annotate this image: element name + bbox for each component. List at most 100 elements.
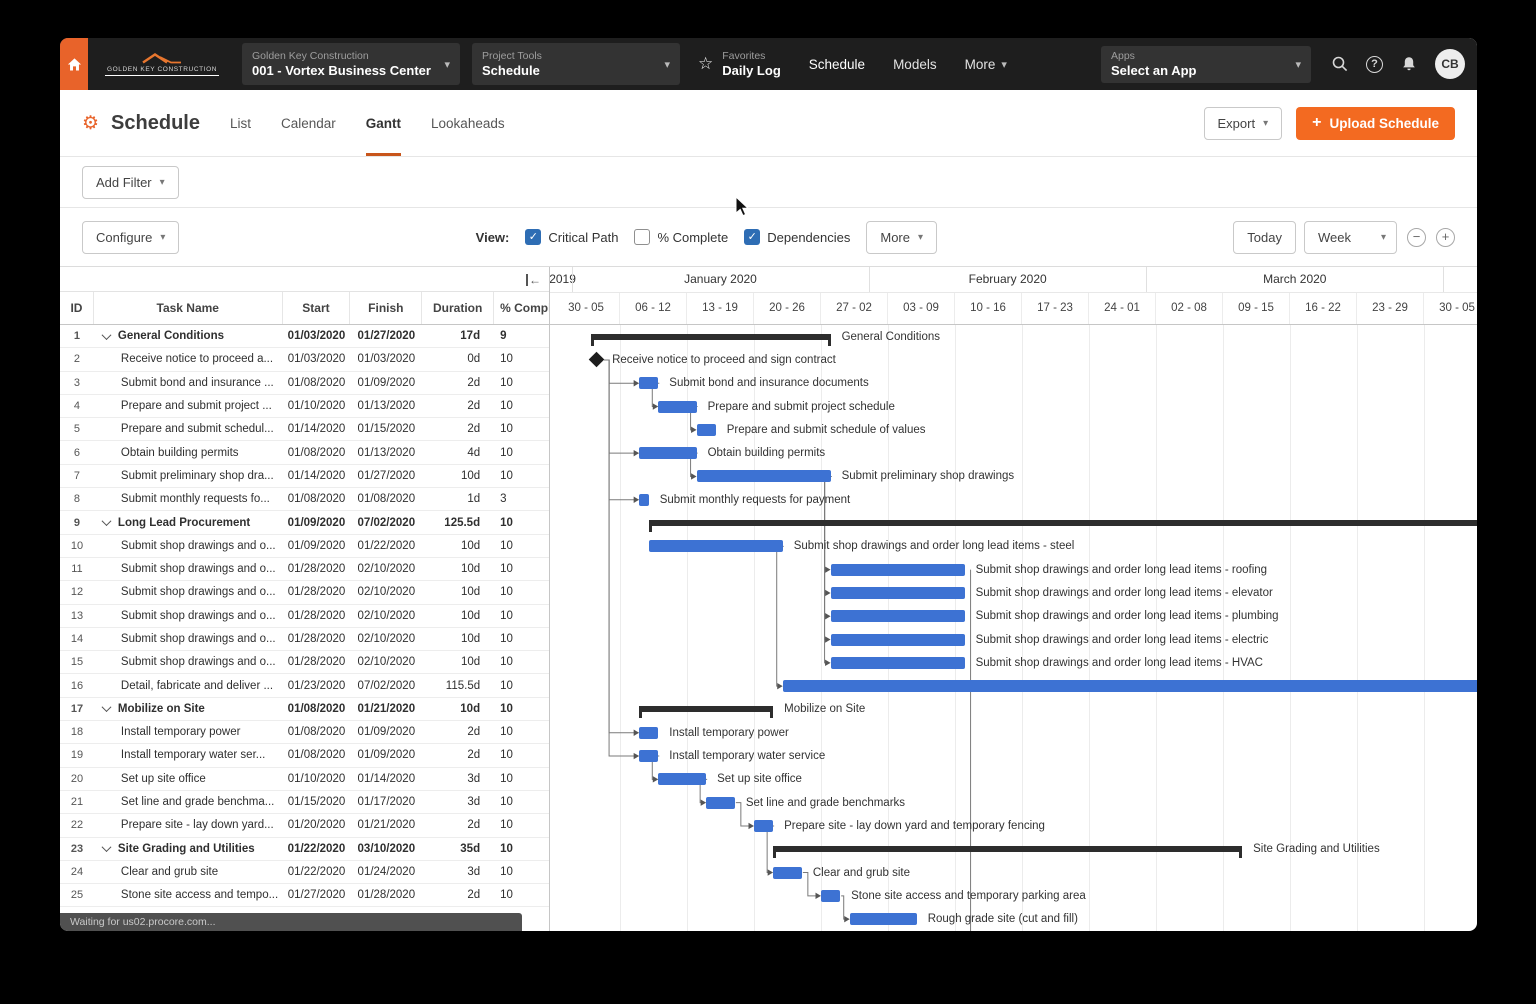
percent-complete-checkbox[interactable]: % Complete [634,229,728,245]
table-row[interactable]: 15Submit shop drawings and o...01/28/202… [60,651,549,674]
home-button[interactable] [60,38,88,90]
column-header-id[interactable]: ID [60,292,94,324]
table-row[interactable]: 23Site Grading and Utilities01/22/202003… [60,838,549,861]
task-bar[interactable] [831,610,965,622]
summary-bar[interactable] [649,520,1477,526]
task-bar[interactable] [783,680,1477,692]
task-bar[interactable] [639,750,658,762]
task-bar[interactable] [831,564,965,576]
project-selector[interactable]: Golden Key Construction 001 - Vortex Bus… [242,43,460,85]
favorites-daily-log[interactable]: Favorites Daily Log [722,50,781,79]
column-header-start[interactable]: Start [283,292,351,324]
task-bar[interactable] [639,377,658,389]
configure-button[interactable]: Configure ▾ [82,221,179,254]
table-row[interactable]: 22Prepare site - lay down yard...01/20/2… [60,814,549,837]
search-icon[interactable] [1331,55,1349,73]
more-button[interactable]: More ▾ [866,221,937,254]
table-row[interactable]: 6Obtain building permits01/08/202001/13/… [60,441,549,464]
table-row[interactable]: 24Clear and grub site01/22/202001/24/202… [60,861,549,884]
task-bar[interactable] [706,797,735,809]
table-row[interactable]: 5Prepare and submit schedul...01/14/2020… [60,418,549,441]
table-row[interactable]: 3Submit bond and insurance ...01/08/2020… [60,372,549,395]
collapse-caret-icon[interactable] [101,517,111,527]
notifications-bell-icon[interactable] [1400,55,1418,73]
percent-complete: 10 [494,773,549,785]
table-row[interactable]: 20Set up site office01/10/202001/14/2020… [60,768,549,791]
gear-icon[interactable]: ⚙ [82,112,99,135]
task-bar[interactable] [658,773,706,785]
column-header-percent[interactable]: % Compl [494,292,549,324]
table-row[interactable]: 18Install temporary power01/08/202001/09… [60,721,549,744]
tab-list[interactable]: List [230,90,251,156]
nav-models[interactable]: Models [893,38,937,90]
task-bar[interactable] [697,424,716,436]
tab-gantt[interactable]: Gantt [366,90,401,156]
task-bar[interactable] [639,447,696,459]
bar-label: Site Grading and Utilities [1253,842,1380,856]
apps-selector[interactable]: Apps Select an App ▾ [1101,46,1311,83]
upload-schedule-button[interactable]: + Upload Schedule [1296,107,1455,140]
task-bar[interactable] [773,867,802,879]
table-row[interactable]: 13Submit shop drawings and o...01/28/202… [60,605,549,628]
table-row[interactable]: 1General Conditions01/03/202001/27/20201… [60,325,549,348]
table-row[interactable]: 10Submit shop drawings and o...01/09/202… [60,535,549,558]
nav-schedule[interactable]: Schedule [809,38,865,90]
task-bar[interactable] [821,890,840,902]
task-bar[interactable] [697,470,831,482]
task-bar[interactable] [754,820,773,832]
task-bar[interactable] [831,587,965,599]
bar-label: Obtain building permits [708,446,826,460]
avatar[interactable]: CB [1435,49,1465,79]
summary-bar[interactable] [773,846,1242,852]
table-row[interactable]: 2Receive notice to proceed a...01/03/202… [60,348,549,371]
gantt-chart-body[interactable]: General ConditionsReceive notice to proc… [550,325,1477,931]
table-row[interactable]: 25Stone site access and tempo...01/27/20… [60,884,549,907]
task-bar[interactable] [658,401,696,413]
table-row[interactable]: 12Submit shop drawings and o...01/28/202… [60,581,549,604]
week-scale-select[interactable]: Week ▾ [1304,221,1397,254]
task-bar[interactable] [639,727,658,739]
task-bar[interactable] [649,540,783,552]
duration: 1d [422,493,494,505]
zoom-out-button[interactable]: − [1407,228,1426,247]
table-row[interactable]: 19Install temporary water ser...01/08/20… [60,744,549,767]
table-row[interactable]: 9Long Lead Procurement01/09/202007/02/20… [60,511,549,534]
collapse-caret-icon[interactable] [101,330,111,340]
dependency-arrow [825,660,831,666]
task-bar[interactable] [831,657,965,669]
today-button[interactable]: Today [1233,221,1296,254]
summary-bar[interactable] [591,334,830,340]
task-bar[interactable] [850,913,917,925]
dependencies-checkbox[interactable]: ✓ Dependencies [744,229,850,245]
table-row[interactable]: 16Detail, fabricate and deliver ...01/23… [60,674,549,697]
summary-bar[interactable] [639,706,773,712]
column-header-duration[interactable]: Duration [422,292,494,324]
zoom-in-button[interactable]: + [1436,228,1455,247]
column-header-name[interactable]: Task Name [94,292,283,324]
export-button[interactable]: Export ▾ [1204,107,1283,140]
tab-calendar[interactable]: Calendar [281,90,336,156]
project-tools-selector[interactable]: Project Tools Schedule ▾ [472,43,680,85]
table-row[interactable]: 21Set line and grade benchma...01/15/202… [60,791,549,814]
collapse-caret-icon[interactable] [101,703,111,713]
help-icon[interactable]: ? [1366,56,1383,73]
company-logo[interactable]: Golden Key Construction [88,38,236,90]
collapse-grid-icon[interactable]: ← [526,274,541,286]
add-filter-button[interactable]: Add Filter ▾ [82,166,179,199]
collapse-caret-icon[interactable] [101,843,111,853]
checkbox-checked-icon: ✓ [525,229,541,245]
tab-lookaheads[interactable]: Lookaheads [431,90,505,156]
task-bar[interactable] [831,634,965,646]
favorites-star-icon[interactable]: ☆ [698,54,713,74]
table-row[interactable]: 14Submit shop drawings and o...01/28/202… [60,628,549,651]
table-row[interactable]: 11Submit shop drawings and o...01/28/202… [60,558,549,581]
task-bar[interactable] [639,494,649,506]
critical-path-checkbox[interactable]: ✓ Critical Path [525,229,618,245]
table-row[interactable]: 17Mobilize on Site01/08/202001/21/202010… [60,698,549,721]
nav-more[interactable]: More ▾ [965,38,1007,90]
table-row[interactable]: 4Prepare and submit project ...01/10/202… [60,395,549,418]
more-label: More [880,230,910,245]
table-row[interactable]: 7Submit preliminary shop dra...01/14/202… [60,465,549,488]
table-row[interactable]: 8Submit monthly requests fo...01/08/2020… [60,488,549,511]
column-header-finish[interactable]: Finish [350,292,422,324]
